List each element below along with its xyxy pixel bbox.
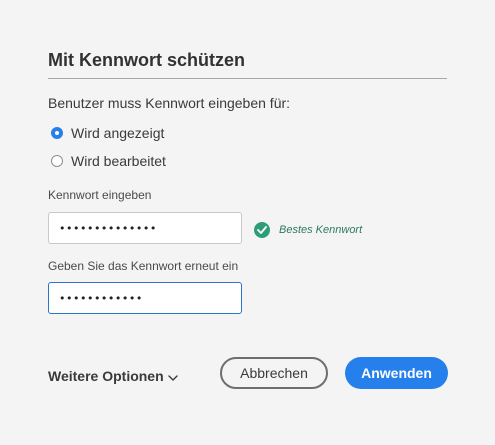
- radio-option-editing-label: Wird bearbeitet: [71, 153, 166, 169]
- password-input-value: ••••••••••••••: [59, 221, 157, 235]
- radio-option-viewing-label: Wird angezeigt: [71, 125, 165, 141]
- radio-button-selected[interactable]: [51, 127, 63, 139]
- password-input[interactable]: ••••••••••••••: [48, 212, 242, 244]
- radio-button-unselected[interactable]: [51, 155, 63, 167]
- password-requirement-prompt: Benutzer muss Kennwort eingeben für:: [48, 95, 291, 111]
- more-options-toggle[interactable]: Weitere Optionen: [48, 368, 178, 384]
- protect-with-password-dialog: Mit Kennwort schützen Benutzer muss Kenn…: [0, 0, 495, 445]
- radio-option-editing[interactable]: Wird bearbeitet: [51, 153, 166, 169]
- password-strength-indicator: Bestes Kennwort: [254, 222, 362, 238]
- radio-option-viewing[interactable]: Wird angezeigt: [51, 125, 164, 141]
- chevron-down-icon: [167, 368, 178, 384]
- confirm-password-input-value: ••••••••••••: [59, 291, 143, 305]
- password-field-label: Kennwort eingeben: [48, 188, 152, 202]
- cancel-button[interactable]: Abbrechen: [220, 357, 328, 389]
- more-options-label: Weitere Optionen: [48, 368, 164, 384]
- confirm-password-label: Geben Sie das Kennwort erneut ein: [48, 259, 239, 273]
- apply-button[interactable]: Anwenden: [345, 357, 448, 389]
- confirm-password-input[interactable]: ••••••••••••: [48, 282, 242, 314]
- password-strength-text: Bestes Kennwort: [279, 224, 363, 236]
- title-divider: [48, 78, 447, 79]
- check-circle-icon: [254, 222, 270, 238]
- dialog-title: Mit Kennwort schützen: [48, 50, 245, 70]
